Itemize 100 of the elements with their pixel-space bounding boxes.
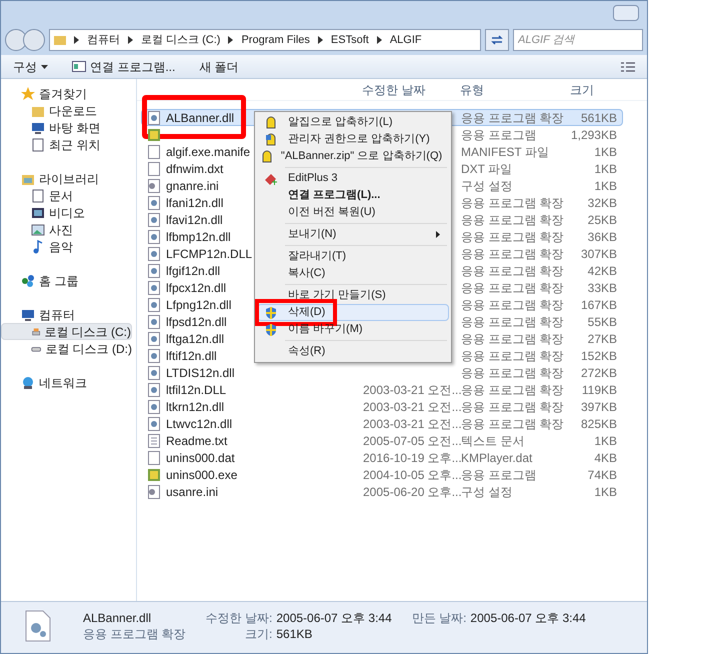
field-label: 만든 날짜: [410, 610, 466, 626]
nav-item[interactable]: 바탕 화면 [1, 119, 132, 136]
nav-item[interactable]: 로컬 디스크 (D:) [1, 340, 132, 357]
refresh-button[interactable] [485, 29, 509, 51]
file-name: LFCMP12n.DLL [166, 246, 252, 262]
file-icon [147, 162, 161, 176]
type-cell: 응용 프로그램 확장 [461, 212, 564, 226]
column-header[interactable]: 수정한 날짜 [362, 80, 460, 98]
file-icon [147, 450, 161, 464]
menu-item[interactable]: 보내기(N) [257, 226, 449, 243]
toolbar-button[interactable]: 구성 [13, 58, 48, 76]
type-cell: 응용 프로그램 확장 [461, 366, 564, 380]
folder-icon [54, 34, 66, 46]
nav-item[interactable]: 다운로드 [1, 102, 132, 119]
menu-item[interactable]: 연결 프로그램(L)... [257, 187, 449, 204]
file-name: dfnwim.dxt [166, 160, 224, 178]
type-cell: 응용 프로그램 확장 [461, 416, 564, 430]
menu-item[interactable]: 복사(C) [257, 265, 449, 282]
menu-item[interactable]: 잘라내기(T) [257, 248, 449, 265]
file-name: ALBanner.dll [83, 610, 152, 626]
breadcrumb[interactable]: ESTsoft [330, 32, 369, 48]
field-label: 수정한 날짜: [206, 610, 272, 626]
menu-item[interactable]: 관리자 권한으로 압축하기(Y) [257, 131, 449, 148]
eraser-icon [264, 172, 278, 186]
toolbar-button[interactable]: 연결 프로그램... [72, 58, 176, 76]
size-cell: 119KB [582, 382, 617, 396]
file-name: ltfil12n.DLL [166, 382, 226, 398]
size-cell: 4KB [594, 450, 617, 464]
column-header[interactable]: 유형 [460, 80, 570, 98]
size-cell: 55KB [588, 314, 617, 328]
breadcrumb[interactable]: 컴퓨터 [87, 32, 120, 48]
file-name: lfani12n.dll [166, 194, 224, 212]
menu-item[interactable]: 이전 버전 복원(U) [257, 204, 449, 221]
minimize-button[interactable] [613, 5, 639, 21]
nav-group[interactable]: 라이브러리 [1, 170, 136, 187]
menu-item[interactable]: 삭제(D) [257, 304, 449, 321]
file-name: lfpsd12n.dll [166, 314, 227, 330]
size-cell: 27KB [588, 332, 617, 346]
nav-item[interactable]: 비디오 [1, 204, 132, 221]
menu-item[interactable]: EditPlus 3 [257, 170, 449, 187]
size-cell: 1KB [594, 178, 617, 192]
nav-group[interactable]: 컴퓨터 [1, 306, 136, 323]
date-cell: 2005-07-05 오전... [363, 434, 462, 448]
type-cell: DXT 파일 [461, 162, 512, 176]
toolbar-button[interactable]: 새 폴더 [199, 58, 239, 76]
menu-item[interactable]: 이름 바꾸기(M) [257, 321, 449, 338]
breadcrumb[interactable]: Program Files [241, 32, 310, 48]
view-icon [621, 62, 635, 72]
size-cell: 167KB [580, 298, 617, 312]
program-icon [147, 128, 161, 142]
nav-group[interactable]: 네트워크 [1, 374, 136, 391]
nav-group[interactable]: 즐겨찾기 [1, 85, 136, 102]
size-cell: 1KB [594, 162, 617, 176]
nav-item[interactable]: 최근 위치 [1, 136, 132, 153]
type-cell: 응용 프로그램 확장 [461, 280, 564, 294]
type-cell: 응용 프로그램 확장 [461, 230, 564, 244]
date-cell: 2003-03-21 오전... [363, 382, 462, 396]
size-cell: 825KB [580, 416, 617, 430]
breadcrumb[interactable]: 로컬 디스크 (C:) [141, 32, 220, 48]
address-bar[interactable]: 컴퓨터 로컬 디스크 (C:) Program Files ESTsoft ALGIF [49, 29, 481, 51]
back-button[interactable] [5, 29, 27, 51]
size-cell: 42KB [588, 264, 617, 278]
nav-item[interactable]: 사진 [1, 221, 132, 238]
type-cell: 응용 프로그램 확장 [461, 264, 564, 278]
file-name: lftif12n.dll [166, 348, 217, 364]
menu-item[interactable]: 알집으로 압축하기(L) [257, 114, 449, 131]
forward-button[interactable] [23, 29, 45, 51]
file-name: lfgif12n.dll [166, 262, 220, 280]
file-name: lfavi12n.dll [166, 212, 223, 228]
menu-item[interactable]: 속성(R) [257, 343, 449, 360]
type-cell: 응용 프로그램 확장 [461, 196, 564, 210]
nav-item[interactable]: 음악 [1, 238, 132, 255]
type-cell: KMPlayer.dat [461, 450, 532, 464]
type-cell: 응용 프로그램 확장 [461, 314, 564, 328]
file-name: Readme.txt [166, 432, 228, 450]
nav-item[interactable]: 로컬 디스크 (C:) [1, 323, 132, 340]
nav-group[interactable]: 홈 그룹 [1, 272, 136, 289]
size-cell: 33KB [588, 280, 617, 294]
nav-item[interactable]: 문서 [1, 187, 132, 204]
breadcrumb[interactable]: ALGIF [390, 32, 422, 48]
caret-icon [41, 64, 48, 68]
menu-item[interactable]: "ALBanner.zip" 으로 압축하기(Q) [257, 148, 449, 165]
music-note-icon [31, 240, 45, 254]
size-cell: 74KB [588, 468, 617, 482]
type-cell: 응용 프로그램 [461, 468, 536, 482]
size-cell: 1KB [594, 484, 617, 498]
size-cell: 152KB [580, 348, 617, 362]
type-cell: 구성 설정 [461, 178, 512, 192]
date-cell: 2005-06-20 오후... [363, 484, 462, 498]
file-name: gnanre.ini [166, 178, 219, 194]
size-cell: 561KB [580, 110, 617, 124]
size-cell: 25KB [588, 212, 617, 226]
column-header[interactable]: 크기 [570, 80, 614, 98]
file-icon [147, 144, 161, 158]
chevron-icon [228, 36, 234, 44]
file-name: lfpcx12n.dll [166, 280, 226, 296]
menu-item[interactable]: 바로 가기 만들기(S) [257, 287, 449, 304]
chevron-icon [376, 36, 382, 44]
file-name: Lfpng12n.dll [166, 296, 232, 314]
document-icon [31, 138, 45, 152]
